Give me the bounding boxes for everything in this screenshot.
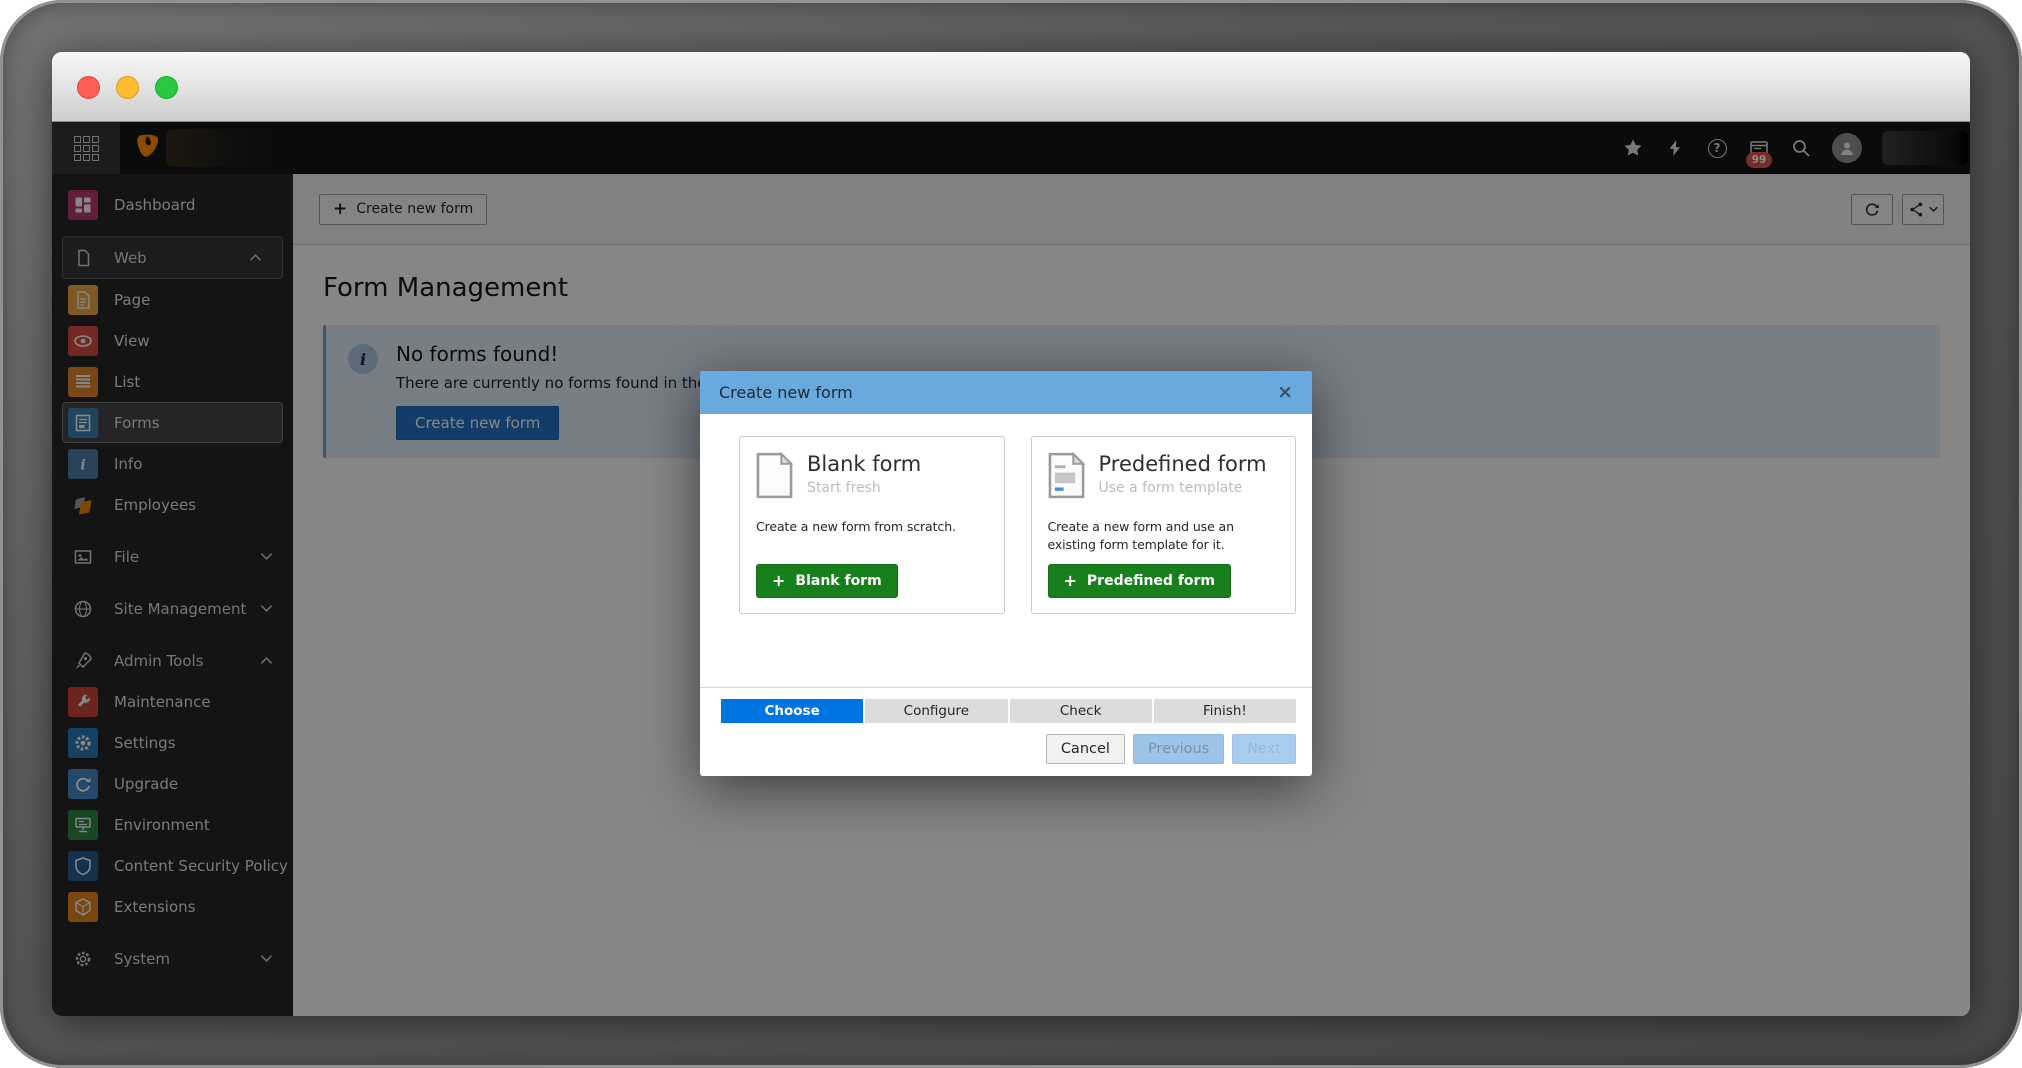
mac-titlebar [52,52,1970,122]
screenshot-stage: ? 99 Dashboard Web Page View List Forms … [0,0,2022,1068]
predefined-form-button-label: Predefined form [1086,573,1216,589]
typo3-backend-viewport: ? 99 Dashboard Web Page View List Forms … [52,122,1970,1016]
card-title: Blank form [807,452,922,476]
modal-title: Create new form [719,383,853,402]
modal-header: Create new form × [700,371,1312,414]
modal-body: Blank form Start fresh Create a new form… [700,414,1312,687]
card-title: Predefined form [1098,452,1267,476]
cancel-button[interactable]: Cancel [1045,734,1125,764]
card-subtitle: Use a form template [1098,480,1243,497]
traffic-lights [77,76,178,99]
card-description: Create a new form from scratch. [756,519,956,534]
card-head: Predefined form Use a form template [1048,451,1280,503]
wizard-progress-bar: Choose Configure Check Finish! [721,699,1296,723]
predefined-document-icon [1048,451,1085,503]
card-description: Create a new form and use an existing fo… [1047,519,1235,552]
wizard-step-check[interactable]: Check [1009,699,1152,723]
card-head: Blank form Start fresh [756,451,988,503]
blank-form-button[interactable]: + Blank form [756,564,898,598]
close-icon[interactable]: × [1277,383,1293,402]
create-new-form-modal: Create new form × Blank form Start fresh [700,371,1312,776]
card-subtitle: Start fresh [807,480,881,497]
predefined-form-card: Predefined form Use a form template Crea… [1030,436,1296,614]
wizard-step-finish[interactable]: Finish! [1153,699,1296,723]
minimize-window-button[interactable] [116,76,139,99]
wizard-step-choose[interactable]: Choose [721,699,864,723]
wizard-step-configure[interactable]: Configure [865,699,1008,723]
browser-window: ? 99 Dashboard Web Page View List Forms … [52,52,1970,1016]
blank-document-icon [756,451,794,503]
maximize-window-button[interactable] [155,76,178,99]
modal-footer: Choose Configure Check Finish! Cancel Pr… [700,687,1312,776]
next-button[interactable]: Next [1232,734,1296,764]
plus-icon: + [772,571,786,590]
modal-buttons: Cancel Previous Next [721,723,1296,776]
close-window-button[interactable] [77,76,100,99]
plus-icon: + [1063,571,1077,590]
predefined-form-button[interactable]: + Predefined form [1047,564,1232,598]
previous-button[interactable]: Previous [1132,734,1225,764]
blank-form-card: Blank form Start fresh Create a new form… [739,436,1005,614]
blank-form-button-label: Blank form [795,573,882,589]
